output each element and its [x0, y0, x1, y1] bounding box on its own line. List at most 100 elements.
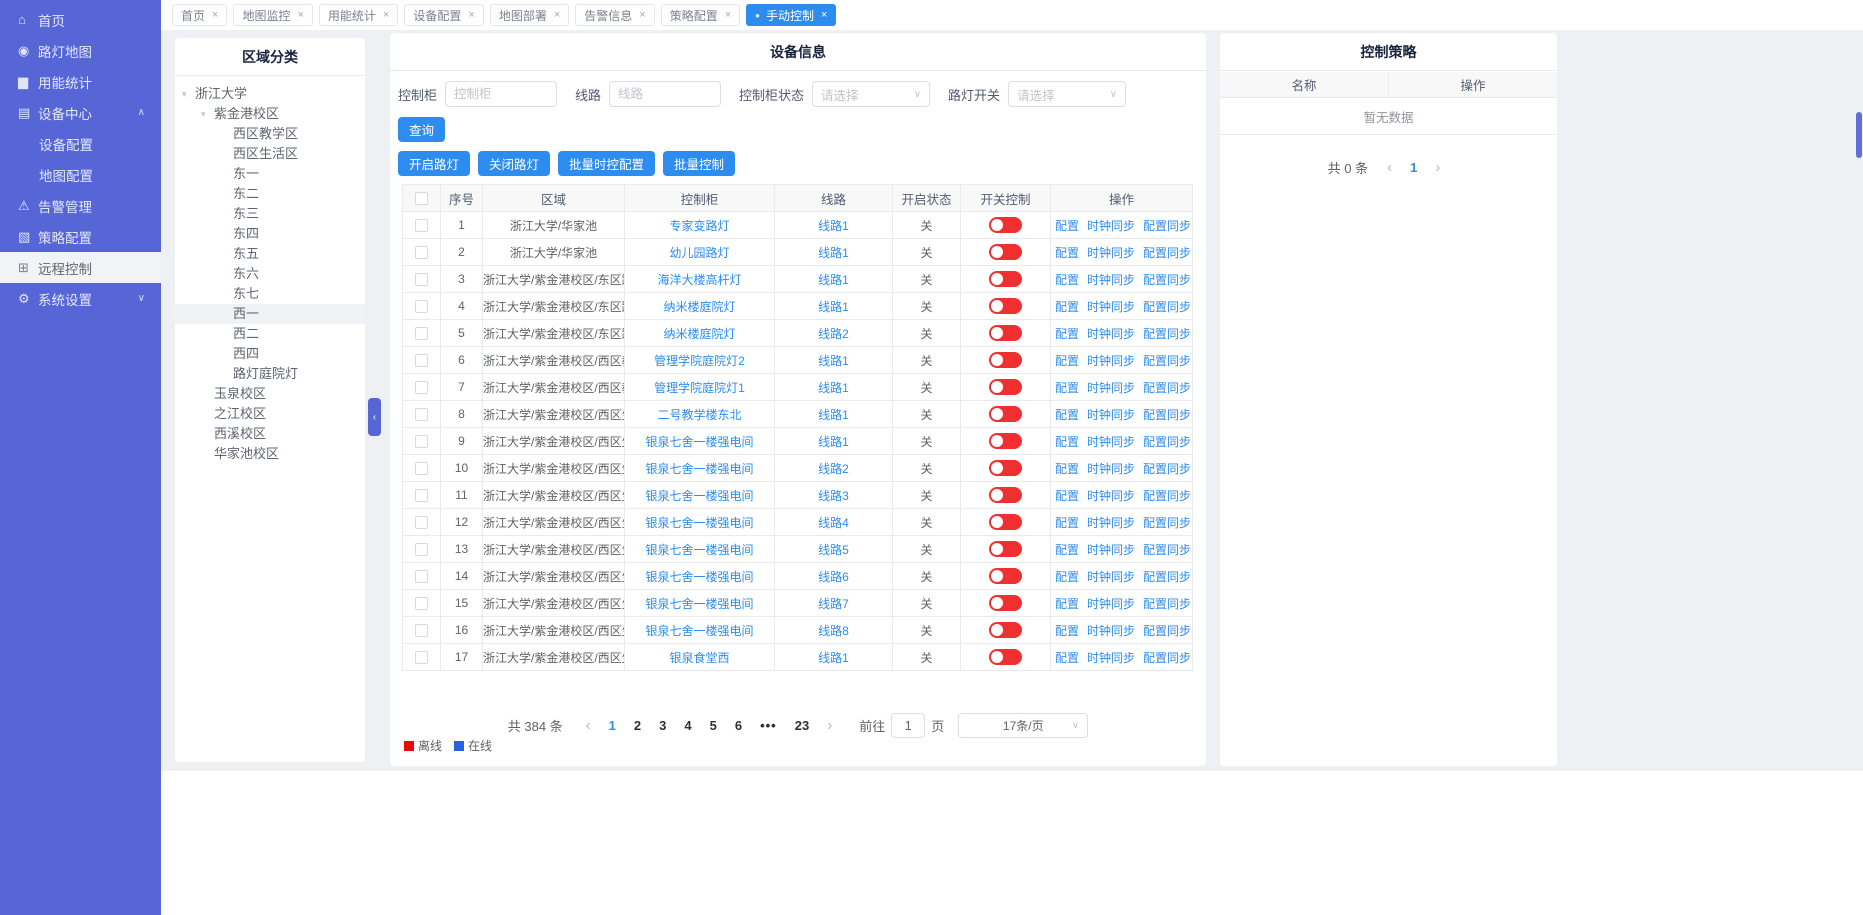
clock-sync-link[interactable]: 时钟同步 [1087, 489, 1135, 503]
configure-link[interactable]: 配置 [1055, 381, 1079, 395]
switch-toggle[interactable] [989, 298, 1022, 314]
line-link[interactable]: 线路1 [818, 408, 849, 422]
page-number[interactable]: ••• [760, 718, 777, 733]
switch-toggle[interactable] [989, 244, 1022, 260]
switch-toggle[interactable] [989, 487, 1022, 503]
tree-node[interactable]: ▾ 浙江大学 [175, 84, 365, 104]
tree-node[interactable]: 东二 [175, 184, 365, 204]
cabinet-link[interactable]: 银泉七舍一楼强电间 [645, 516, 753, 530]
row-checkbox[interactable] [415, 408, 428, 421]
config-sync-link[interactable]: 配置同步 [1143, 570, 1191, 584]
line-link[interactable]: 线路8 [818, 624, 849, 638]
configure-link[interactable]: 配置 [1055, 300, 1079, 314]
tree-node[interactable]: 路灯庭院灯 [175, 364, 365, 384]
close-icon[interactable]: × [383, 9, 389, 21]
bulk-action-button[interactable]: 开启路灯 [398, 151, 470, 176]
close-icon[interactable]: × [212, 9, 218, 21]
sidebar-item[interactable]: ⚠ 告警管理 [0, 190, 161, 221]
clock-sync-link[interactable]: 时钟同步 [1087, 381, 1135, 395]
prev-page-icon[interactable]: ‹ [586, 717, 591, 734]
tab[interactable]: ● 告警信息 × [575, 4, 654, 26]
line-link[interactable]: 线路1 [818, 381, 849, 395]
row-checkbox[interactable] [415, 435, 428, 448]
close-icon[interactable]: × [554, 9, 560, 21]
tree-node[interactable]: 西四 [175, 344, 365, 364]
configure-link[interactable]: 配置 [1055, 489, 1079, 503]
switch-toggle[interactable] [989, 379, 1022, 395]
sidebar-item[interactable]: ▆ 用能统计 [0, 66, 161, 97]
configure-link[interactable]: 配置 [1055, 435, 1079, 449]
tree-node[interactable]: 东七 [175, 284, 365, 304]
clock-sync-link[interactable]: 时钟同步 [1087, 516, 1135, 530]
configure-link[interactable]: 配置 [1055, 570, 1079, 584]
row-checkbox[interactable] [415, 624, 428, 637]
page-number[interactable]: 1 [1410, 160, 1417, 175]
config-sync-link[interactable]: 配置同步 [1143, 435, 1191, 449]
cabinet-link[interactable]: 管理学院庭院灯2 [654, 354, 745, 368]
tab[interactable]: ● 用能统计 × [319, 4, 398, 26]
sidebar-item[interactable]: ⚙ 系统设置 ∨ [0, 283, 161, 314]
row-checkbox[interactable] [415, 462, 428, 475]
tree-node[interactable]: 华家池校区 [175, 444, 365, 464]
goto-page-input[interactable] [891, 713, 925, 738]
line-link[interactable]: 线路4 [818, 516, 849, 530]
cabinet-link[interactable]: 海洋大楼高杆灯 [657, 273, 741, 287]
clock-sync-link[interactable]: 时钟同步 [1087, 327, 1135, 341]
cabinet-status-select[interactable]: 请选择 ∨ [812, 81, 930, 107]
clock-sync-link[interactable]: 时钟同步 [1087, 624, 1135, 638]
tree-node[interactable]: 东四 [175, 224, 365, 244]
bulk-action-button[interactable]: 批量时控配置 [558, 151, 655, 176]
row-checkbox[interactable] [415, 543, 428, 556]
cabinet-link[interactable]: 银泉七舍一楼强电间 [645, 435, 753, 449]
line-link[interactable]: 线路1 [818, 435, 849, 449]
clock-sync-link[interactable]: 时钟同步 [1087, 246, 1135, 260]
line-link[interactable]: 线路2 [818, 327, 849, 341]
cabinet-link[interactable]: 银泉七舍一楼强电间 [645, 489, 753, 503]
configure-link[interactable]: 配置 [1055, 327, 1079, 341]
config-sync-link[interactable]: 配置同步 [1143, 327, 1191, 341]
sidebar-item[interactable]: 地图配置 [0, 159, 161, 190]
cabinet-link[interactable]: 银泉七舍一楼强电间 [645, 624, 753, 638]
switch-toggle[interactable] [989, 649, 1022, 665]
close-icon[interactable]: × [821, 9, 827, 21]
config-sync-link[interactable]: 配置同步 [1143, 354, 1191, 368]
cabinet-link[interactable]: 银泉七舍一楼强电间 [645, 543, 753, 557]
row-checkbox[interactable] [415, 246, 428, 259]
next-page-icon[interactable]: › [1435, 159, 1440, 176]
page-number[interactable]: 23 [795, 718, 809, 733]
close-icon[interactable]: × [725, 9, 731, 21]
switch-toggle[interactable] [989, 433, 1022, 449]
switch-toggle[interactable] [989, 622, 1022, 638]
page-number[interactable]: 1 [609, 718, 616, 733]
configure-link[interactable]: 配置 [1055, 651, 1079, 665]
tree-node[interactable]: 东五 [175, 244, 365, 264]
configure-link[interactable]: 配置 [1055, 543, 1079, 557]
config-sync-link[interactable]: 配置同步 [1143, 489, 1191, 503]
sidebar-item[interactable]: ◉ 路灯地图 [0, 35, 161, 66]
line-link[interactable]: 线路1 [818, 651, 849, 665]
switch-toggle[interactable] [989, 325, 1022, 341]
tab[interactable]: ● 设备配置 × [404, 4, 483, 26]
page-number[interactable]: 6 [735, 718, 742, 733]
clock-sync-link[interactable]: 时钟同步 [1087, 570, 1135, 584]
row-checkbox[interactable] [415, 300, 428, 313]
configure-link[interactable]: 配置 [1055, 624, 1079, 638]
tree-node[interactable]: 东一 [175, 164, 365, 184]
row-checkbox[interactable] [415, 219, 428, 232]
config-sync-link[interactable]: 配置同步 [1143, 408, 1191, 422]
switch-toggle[interactable] [989, 514, 1022, 530]
cabinet-link[interactable]: 银泉食堂西 [669, 651, 729, 665]
configure-link[interactable]: 配置 [1055, 408, 1079, 422]
tree-node[interactable]: 玉泉校区 [175, 384, 365, 404]
row-checkbox[interactable] [415, 651, 428, 664]
cabinet-link[interactable]: 二号教学楼东北 [657, 408, 741, 422]
line-link[interactable]: 线路3 [818, 489, 849, 503]
tab[interactable]: ● 首页 × [172, 4, 227, 26]
sidebar-item[interactable]: ▧ 策略配置 [0, 221, 161, 252]
switch-toggle[interactable] [989, 406, 1022, 422]
configure-link[interactable]: 配置 [1055, 597, 1079, 611]
config-sync-link[interactable]: 配置同步 [1143, 300, 1191, 314]
clock-sync-link[interactable]: 时钟同步 [1087, 300, 1135, 314]
next-page-icon[interactable]: › [827, 717, 832, 734]
clock-sync-link[interactable]: 时钟同步 [1087, 435, 1135, 449]
